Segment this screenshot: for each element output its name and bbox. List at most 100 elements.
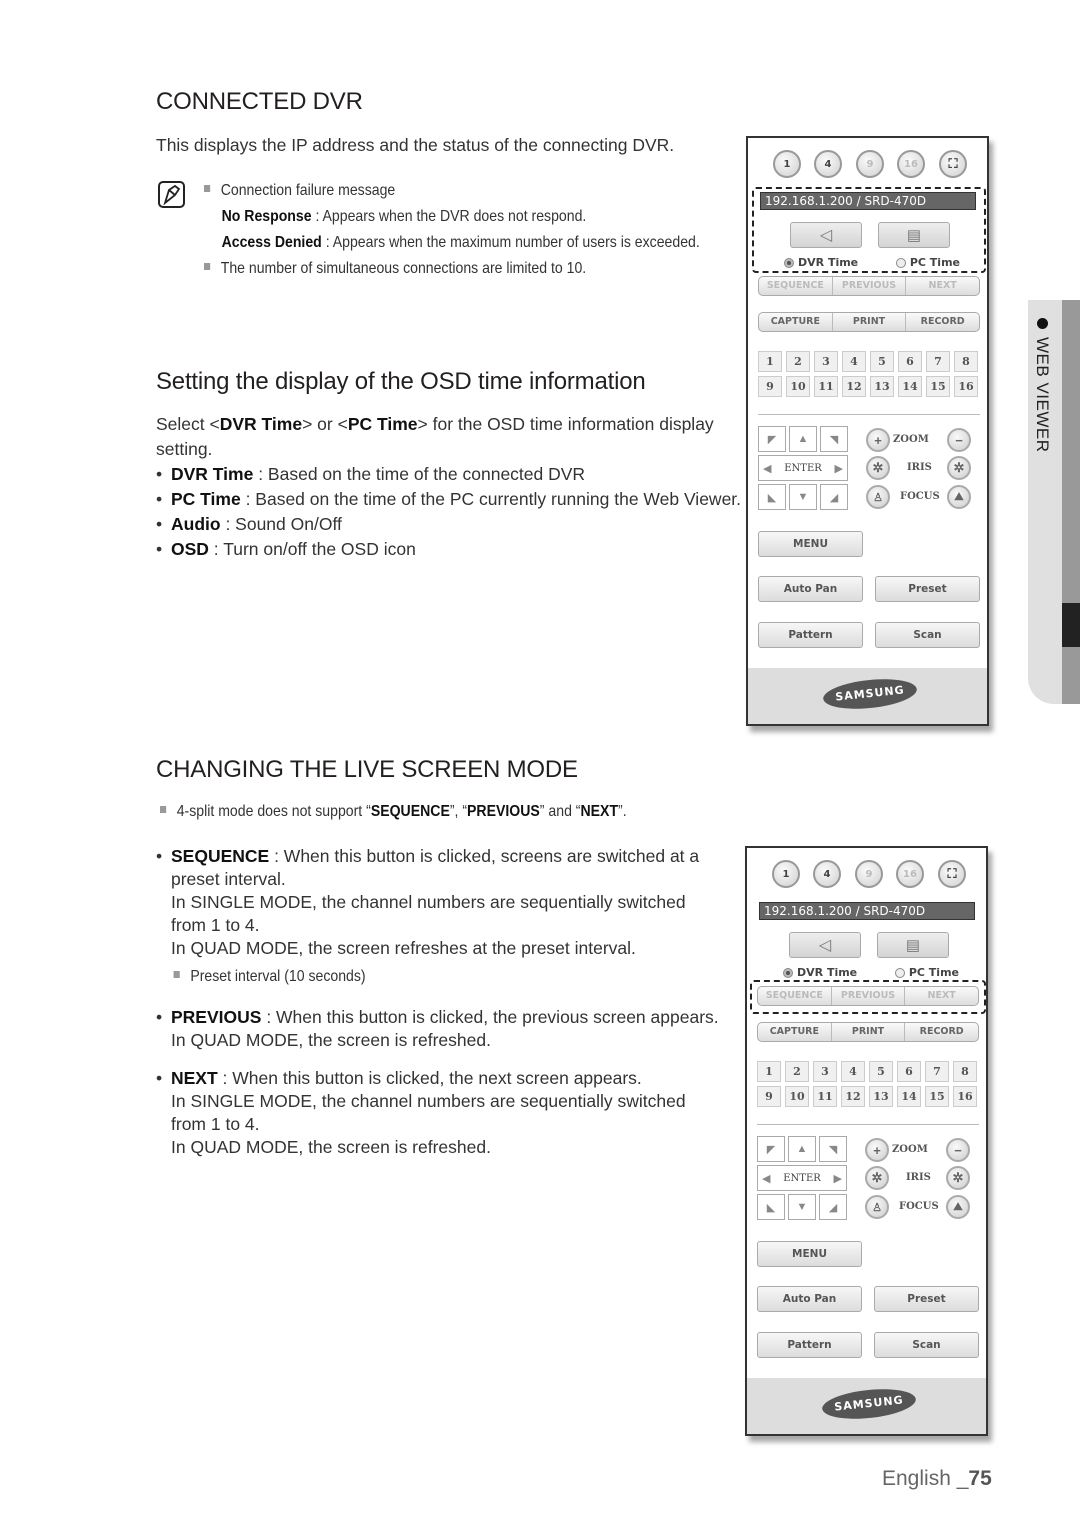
pc-time-radio[interactable] <box>894 968 905 978</box>
up-right-button[interactable]: ◥ <box>820 426 848 452</box>
channel-button[interactable]: 14 <box>898 376 922 397</box>
down-right-button[interactable]: ◢ <box>820 484 848 510</box>
record-button[interactable]: RECORD <box>905 1023 978 1041</box>
iris-open-button[interactable]: ✲ <box>865 1166 889 1190</box>
iris-open-button[interactable]: ✲ <box>866 456 890 480</box>
channel-button[interactable]: 1 <box>757 1061 781 1082</box>
channel-button[interactable]: 15 <box>925 1086 949 1107</box>
zoom-out-button[interactable]: − <box>946 1138 970 1162</box>
channel-button[interactable]: 10 <box>786 376 810 397</box>
pattern-button[interactable]: Pattern <box>757 1332 862 1358</box>
right-arrow-icon[interactable]: ▶ <box>835 462 843 475</box>
enter-button[interactable]: ◀ ENTER ▶ <box>758 455 848 481</box>
preset-button[interactable]: Preset <box>875 576 980 602</box>
focus-far-button[interactable]: ⛰ <box>946 1195 970 1219</box>
right-arrow-icon[interactable]: ▶ <box>834 1172 842 1185</box>
channel-button[interactable]: 6 <box>897 1061 921 1082</box>
channel-button[interactable]: 9 <box>757 1086 781 1107</box>
down-left-button[interactable]: ◣ <box>758 484 786 510</box>
channel-button[interactable]: 14 <box>897 1086 921 1107</box>
zoom-in-button[interactable]: + <box>865 1138 889 1162</box>
channel-button[interactable]: 13 <box>869 1086 893 1107</box>
channel-button[interactable]: 12 <box>842 376 866 397</box>
split-1-button[interactable]: 1 <box>772 860 800 888</box>
focus-label: FOCUS <box>900 491 940 502</box>
split-9-button[interactable]: 9 <box>856 150 884 178</box>
iris-close-button[interactable]: ✲ <box>946 1166 970 1190</box>
channel-button[interactable]: 15 <box>926 376 950 397</box>
channel-button[interactable]: 16 <box>953 1086 977 1107</box>
dvr-time-radio[interactable] <box>783 968 793 978</box>
live-mode-note: 4-split mode does not support “SEQUENCE”… <box>160 799 627 825</box>
channel-button[interactable]: 6 <box>898 351 922 372</box>
left-arrow-icon[interactable]: ◀ <box>763 462 771 475</box>
focus-far-button[interactable]: ⛰ <box>947 485 971 509</box>
auto-pan-button[interactable]: Auto Pan <box>758 576 863 602</box>
channel-button[interactable]: 5 <box>870 351 894 372</box>
channel-button[interactable]: 16 <box>954 376 978 397</box>
scan-button[interactable]: Scan <box>875 622 980 648</box>
fullscreen-icon[interactable]: ⛶ <box>938 860 966 888</box>
channel-button[interactable]: 12 <box>841 1086 865 1107</box>
channel-button[interactable]: 4 <box>842 351 866 372</box>
print-button[interactable]: PRINT <box>833 313 907 331</box>
capture-button[interactable]: CAPTURE <box>758 1023 832 1041</box>
audio-button[interactable]: ◁ <box>789 932 861 958</box>
print-button[interactable]: PRINT <box>832 1023 906 1041</box>
channel-button[interactable]: 3 <box>813 1061 837 1082</box>
scan-button[interactable]: Scan <box>874 1332 979 1358</box>
record-button[interactable]: RECORD <box>906 313 979 331</box>
channel-button[interactable]: 3 <box>814 351 838 372</box>
channel-button[interactable]: 13 <box>870 376 894 397</box>
enter-button[interactable]: ◀ ENTER ▶ <box>757 1165 847 1191</box>
channel-button[interactable]: 4 <box>841 1061 865 1082</box>
channel-button[interactable]: 10 <box>785 1086 809 1107</box>
capture-button[interactable]: CAPTURE <box>759 313 833 331</box>
channel-button[interactable]: 11 <box>813 1086 837 1107</box>
up-left-button[interactable]: ◤ <box>758 426 786 452</box>
split-4-button[interactable]: 4 <box>813 860 841 888</box>
zoom-out-button[interactable]: − <box>947 428 971 452</box>
previous-button[interactable]: PREVIOUS <box>833 277 907 295</box>
focus-near-button[interactable]: ♙ <box>866 485 890 509</box>
channel-button[interactable]: 8 <box>954 351 978 372</box>
channel-button[interactable]: 7 <box>925 1061 949 1082</box>
up-button[interactable]: ▲ <box>789 426 817 452</box>
left-arrow-icon[interactable]: ◀ <box>762 1172 770 1185</box>
down-button[interactable]: ▼ <box>789 484 817 510</box>
down-right-button[interactable]: ◢ <box>819 1194 847 1220</box>
sequence-button[interactable]: SEQUENCE <box>759 277 833 295</box>
zoom-in-button[interactable]: + <box>866 428 890 452</box>
down-left-button[interactable]: ◣ <box>757 1194 785 1220</box>
channel-button[interactable]: 5 <box>869 1061 893 1082</box>
channel-button[interactable]: 2 <box>785 1061 809 1082</box>
viewer-footer: SAMSUNG <box>747 1378 986 1434</box>
channel-button[interactable]: 8 <box>953 1061 977 1082</box>
split-9-button[interactable]: 9 <box>855 860 883 888</box>
up-right-button[interactable]: ◥ <box>819 1136 847 1162</box>
osd-button[interactable]: ▤ <box>877 932 949 958</box>
next-button[interactable]: NEXT <box>906 277 979 295</box>
auto-pan-button[interactable]: Auto Pan <box>757 1286 862 1312</box>
channel-button[interactable]: 9 <box>758 376 782 397</box>
split-1-button[interactable]: 1 <box>773 150 801 178</box>
pattern-button[interactable]: Pattern <box>758 622 863 648</box>
text: : When this button is clicked, the previ… <box>261 1007 719 1027</box>
split-16-button[interactable]: 16 <box>896 860 924 888</box>
channel-button[interactable]: 1 <box>758 351 782 372</box>
split-4-button[interactable]: 4 <box>814 150 842 178</box>
aperture-icon: ✲ <box>952 1170 964 1185</box>
split-16-button[interactable]: 16 <box>897 150 925 178</box>
up-button[interactable]: ▲ <box>788 1136 816 1162</box>
channel-button[interactable]: 11 <box>814 376 838 397</box>
fullscreen-icon[interactable]: ⛶ <box>939 150 967 178</box>
channel-button[interactable]: 7 <box>926 351 950 372</box>
menu-button[interactable]: MENU <box>758 531 863 557</box>
menu-button[interactable]: MENU <box>757 1241 862 1267</box>
up-left-button[interactable]: ◤ <box>757 1136 785 1162</box>
preset-button[interactable]: Preset <box>874 1286 979 1312</box>
channel-button[interactable]: 2 <box>786 351 810 372</box>
iris-close-button[interactable]: ✲ <box>947 456 971 480</box>
down-button[interactable]: ▼ <box>788 1194 816 1220</box>
focus-near-button[interactable]: ♙ <box>865 1195 889 1219</box>
